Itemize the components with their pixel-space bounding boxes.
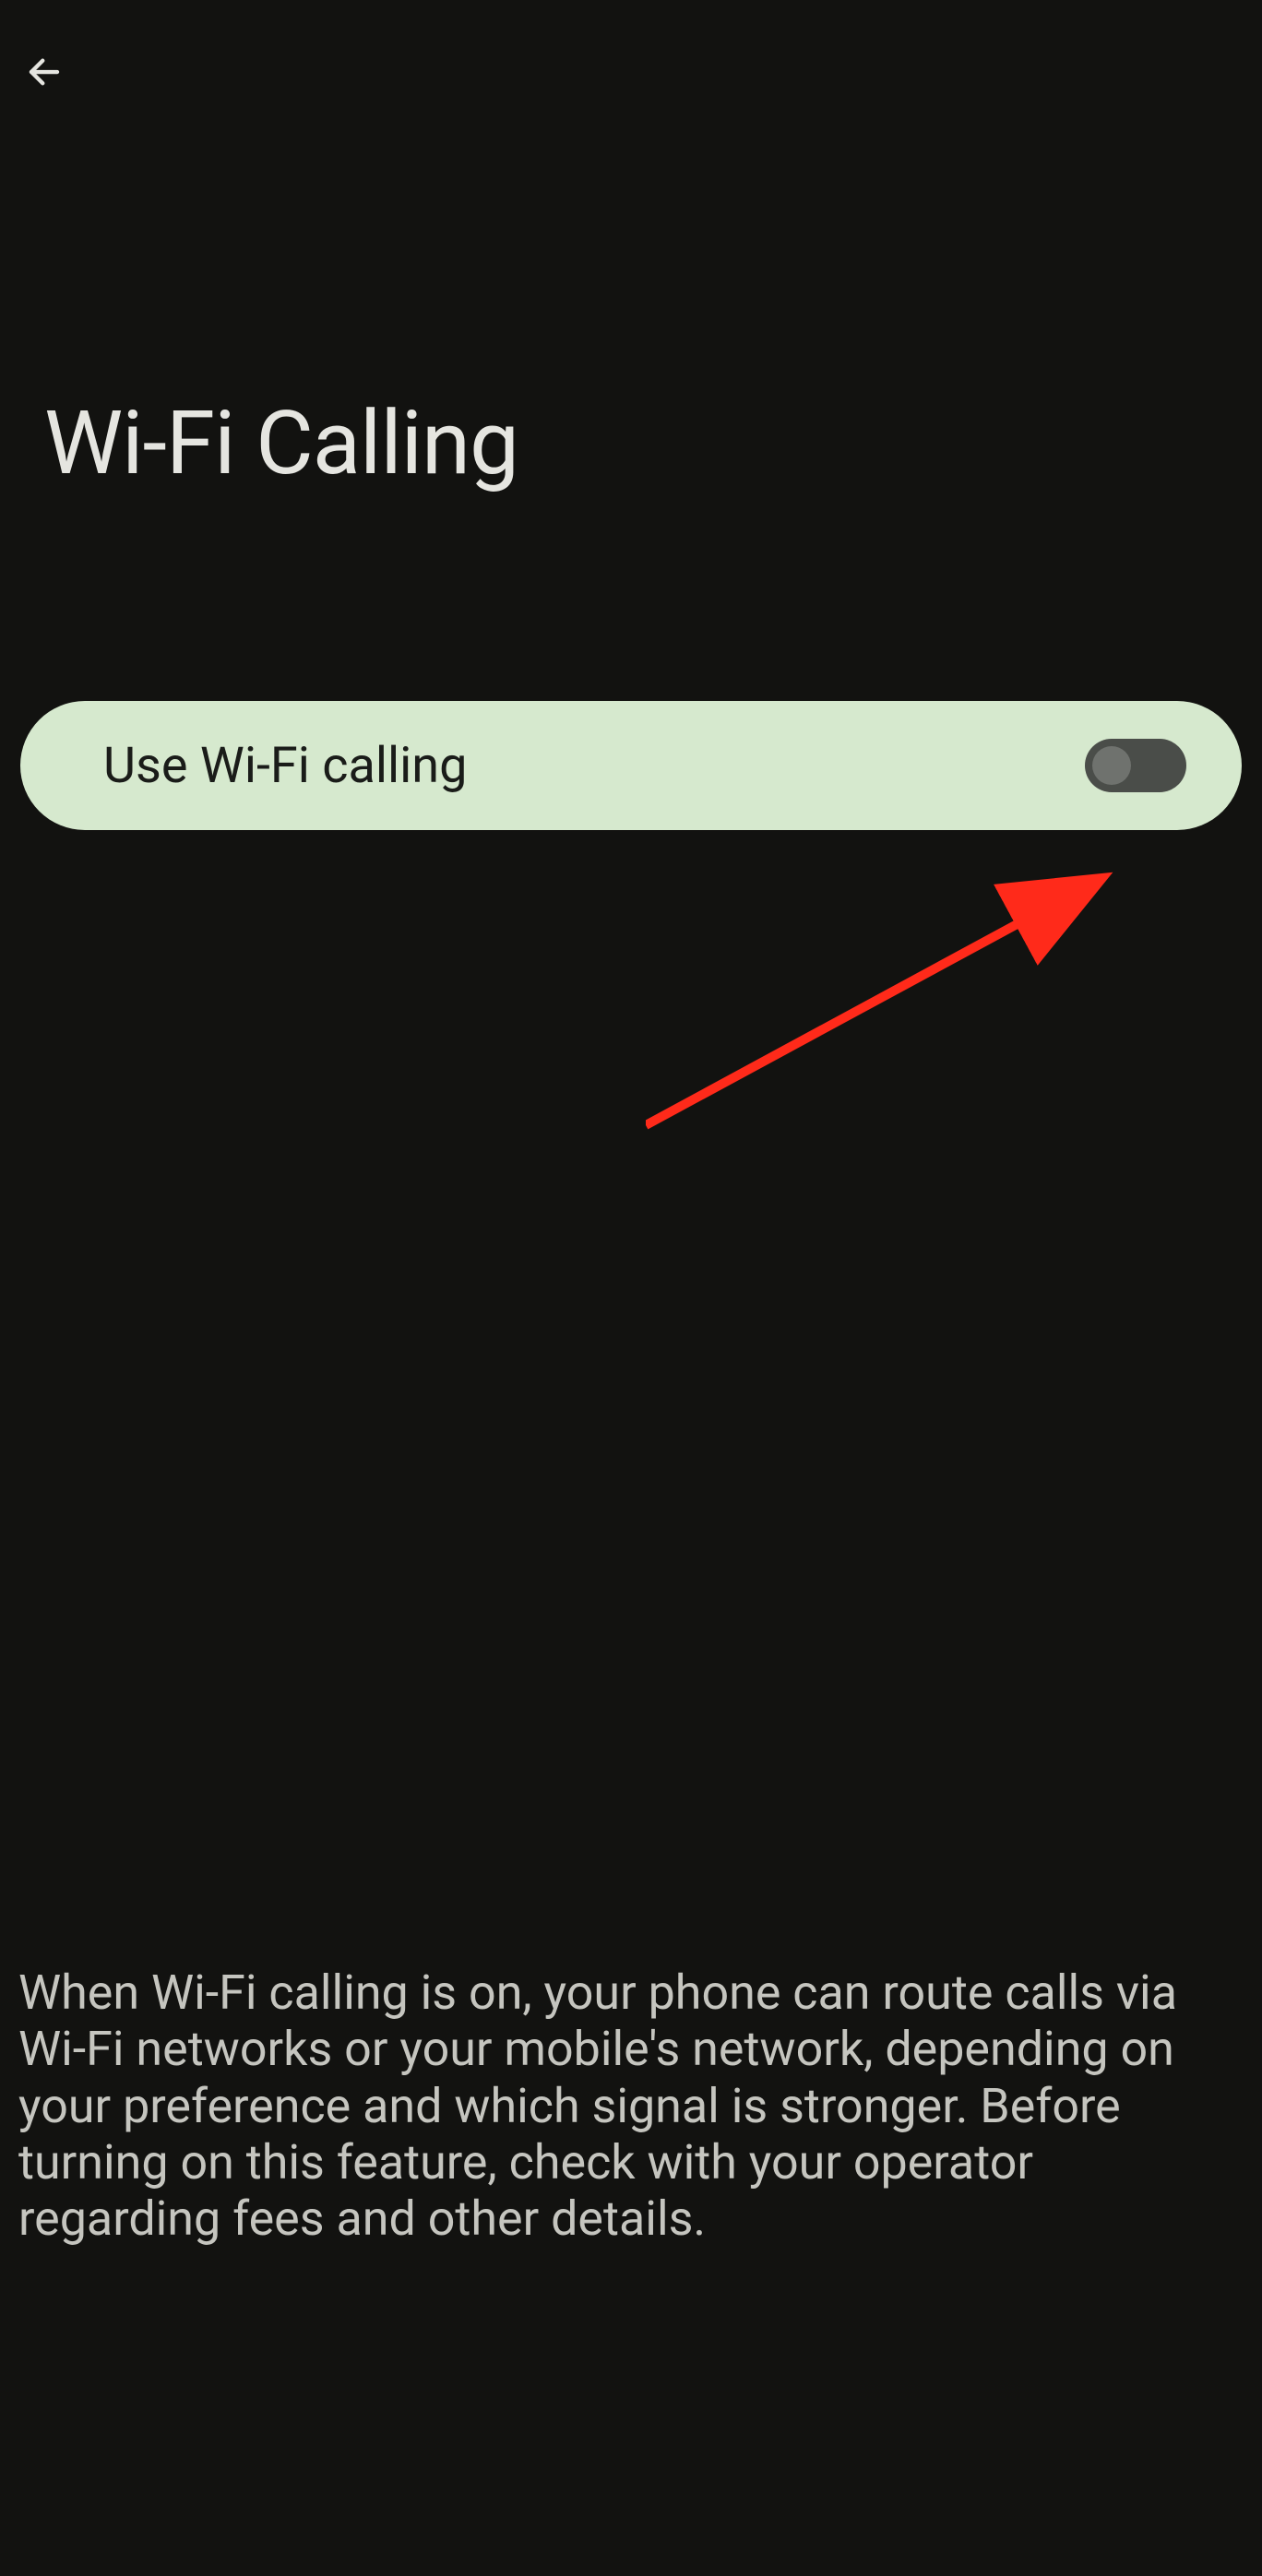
wifi-calling-toggle-card[interactable]: Use Wi-Fi calling	[20, 701, 1242, 830]
wifi-calling-toggle-label: Use Wi-Fi calling	[103, 737, 467, 795]
page-title: Wi-Fi Calling	[44, 392, 518, 495]
toggle-knob	[1092, 746, 1131, 785]
annotation-arrow-icon	[646, 849, 1125, 1144]
description-text: When Wi-Fi calling is on, your phone can…	[18, 1965, 1244, 2248]
back-button[interactable]	[18, 46, 70, 98]
wifi-calling-toggle-switch[interactable]	[1085, 739, 1186, 792]
back-arrow-icon	[25, 53, 64, 91]
